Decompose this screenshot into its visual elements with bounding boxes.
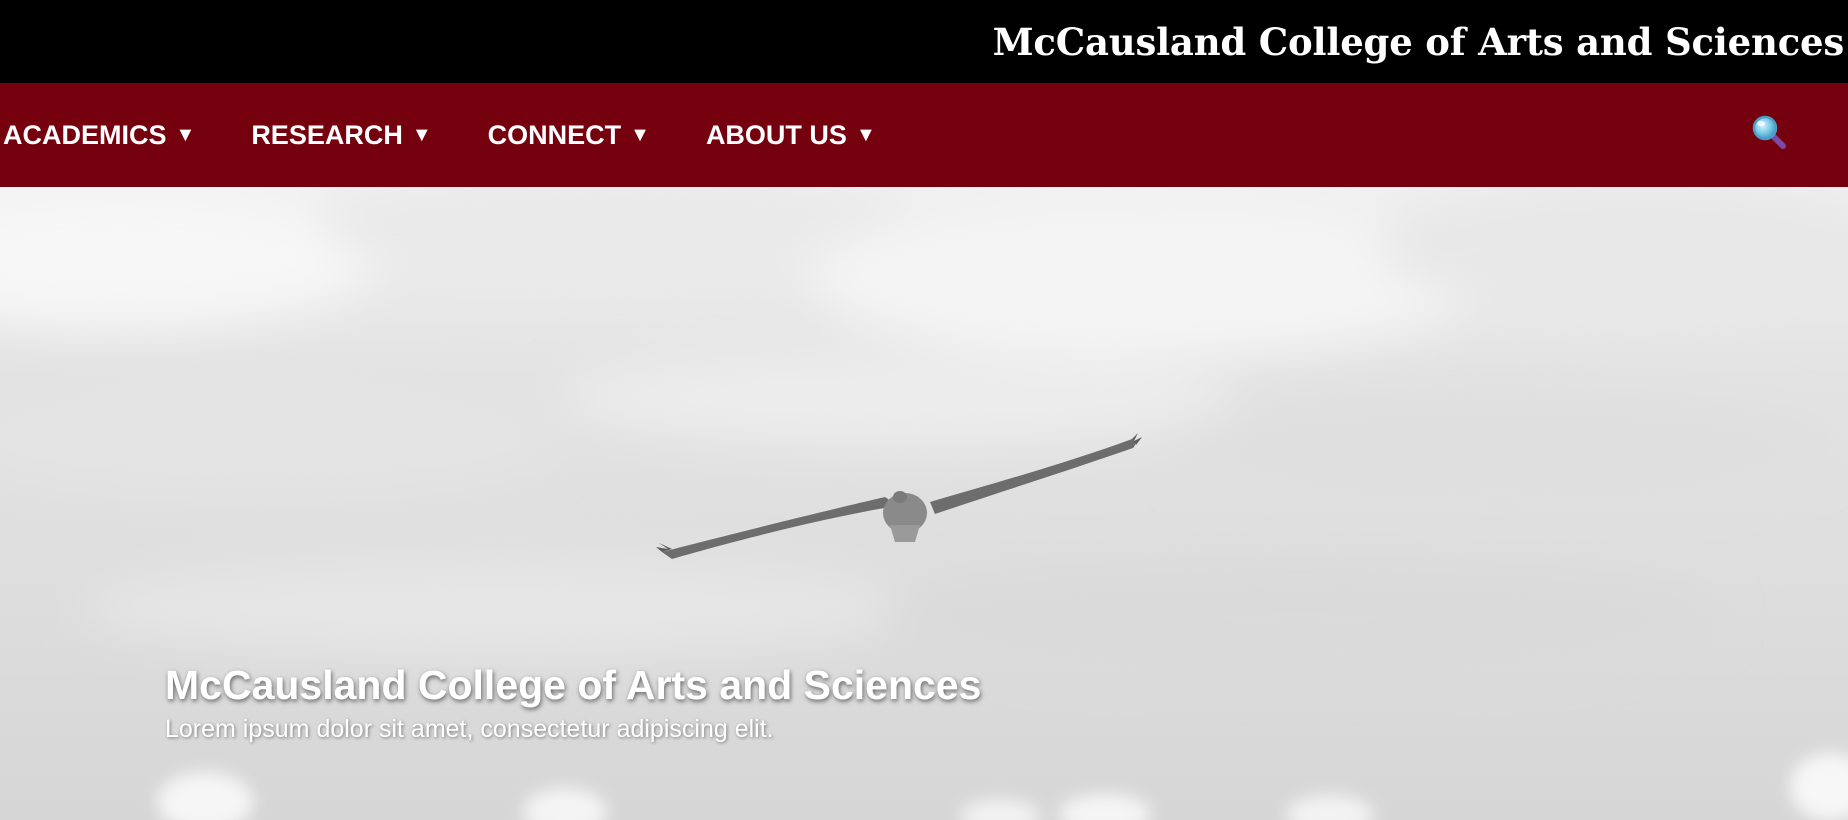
- search-button[interactable]: [1750, 113, 1790, 153]
- cloud-layer: [0, 187, 1848, 672]
- nav-item-research[interactable]: RESEARCH ▼: [251, 120, 431, 151]
- caret-down-icon: ▼: [855, 123, 876, 146]
- caret-down-icon: ▼: [630, 123, 650, 146]
- nav-item-connect[interactable]: CONNECT ▼: [488, 120, 650, 151]
- nav-item-label: RESEARCH: [251, 119, 403, 150]
- caret-down-icon: ▼: [175, 123, 196, 146]
- nav-item-about-us[interactable]: ABOUT US ▼: [706, 120, 876, 151]
- hero-caption: McCausland College of Arts and Sciences …: [165, 662, 981, 744]
- caret-down-icon: ▼: [411, 123, 432, 146]
- nav-item-label: ABOUT US: [705, 119, 847, 150]
- nav-item-label: CONNECT: [487, 119, 622, 150]
- site-title[interactable]: McCausland College of Arts and Sciences: [993, 20, 1845, 64]
- hero-subtitle: Lorem ipsum dolor sit amet, consectetur …: [165, 715, 774, 743]
- search-icon: [1752, 115, 1786, 149]
- bird-in-flight-icon: [656, 433, 1142, 559]
- lower-clouds: [157, 753, 1848, 820]
- main-nav: ACADEMICS ▼ RESEARCH ▼ CONNECT ▼ ABOUT U…: [0, 83, 1848, 187]
- hero-title: McCausland College of Arts and Sciences: [165, 662, 982, 708]
- nav-item-academics[interactable]: ACADEMICS ▼: [3, 120, 195, 151]
- nav-item-label: ACADEMICS: [3, 119, 167, 150]
- nav-menu: ACADEMICS ▼ RESEARCH ▼ CONNECT ▼ ABOUT U…: [0, 83, 932, 187]
- hero-banner: McCausland College of Arts and Sciences …: [0, 187, 1848, 820]
- site-header: McCausland College of Arts and Sciences: [0, 0, 1848, 83]
